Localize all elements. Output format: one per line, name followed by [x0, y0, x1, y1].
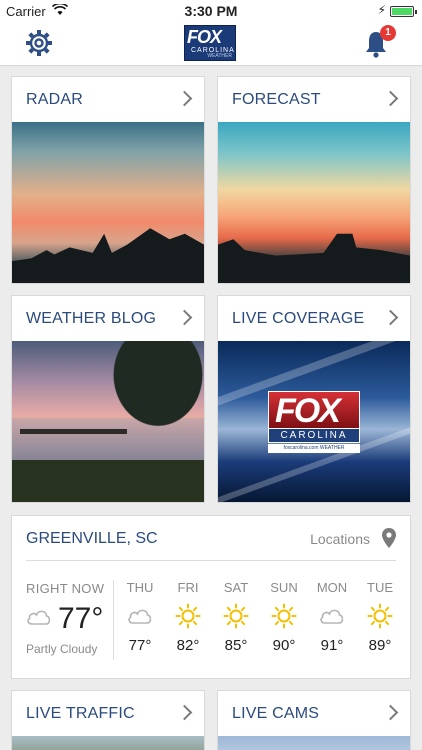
logo-weather: WEATHER: [207, 53, 232, 59]
tile-label: LIVE CAMS: [232, 705, 320, 722]
sun-icon: [223, 603, 249, 629]
chevron-right-icon: [176, 704, 193, 721]
chevron-right-icon: [382, 309, 399, 326]
live-coverage-graphic: FOX CAROLINA foxcarolina.com WEATHER: [218, 341, 410, 502]
tile-header[interactable]: FORECAST: [218, 77, 410, 122]
logo-sub: CAROLINA: [268, 429, 360, 443]
current-weather-card[interactable]: GREENVILLE, SC Locations RIGHT NOW 77° P…: [11, 515, 411, 679]
sun-icon: [175, 603, 201, 629]
cams-photo: [218, 736, 410, 750]
chevron-right-icon: [176, 309, 193, 326]
forecast-day[interactable]: SAT 85°: [212, 580, 260, 654]
cloud-icon: [127, 603, 153, 629]
forecast-day[interactable]: MON 91°: [308, 580, 356, 654]
tile-header[interactable]: LIVE CAMS: [218, 691, 410, 736]
sun-icon: [271, 603, 297, 629]
sun-icon: [367, 603, 393, 629]
day-name: THU: [126, 580, 154, 595]
tile-live-cams[interactable]: LIVE CAMS: [217, 690, 411, 750]
tile-weather-blog[interactable]: WEATHER BLOG: [11, 295, 205, 503]
day-temperature: 85°: [224, 637, 248, 654]
forecast-day[interactable]: THU 77°: [116, 580, 164, 654]
shore-grass: [12, 460, 204, 502]
logo-word: FOX: [184, 26, 236, 47]
day-name: SAT: [223, 580, 249, 595]
chevron-right-icon: [176, 90, 193, 107]
battery-icon: [390, 6, 417, 17]
forecast-day[interactable]: SUN 90°: [260, 580, 308, 654]
tile-live-coverage[interactable]: LIVE COVERAGE FOX CAROLINA foxcarolina.c…: [217, 295, 411, 503]
tile-label: FORECAST: [232, 91, 321, 108]
divider: [113, 580, 114, 660]
chevron-right-icon: [382, 704, 399, 721]
city-name: GREENVILLE, SC: [26, 530, 158, 547]
day-name: SUN: [270, 580, 298, 595]
tile-live-traffic[interactable]: LIVE TRAFFIC: [11, 690, 205, 750]
chevron-right-icon: [382, 90, 399, 107]
nav-bar: FOX CAROLINA WEATHER 1: [0, 22, 422, 66]
logo-word: FOX: [275, 392, 341, 430]
day-temperature: 91°: [320, 637, 344, 654]
tile-label: LIVE COVERAGE: [232, 310, 365, 327]
day-temperature: 77°: [128, 637, 152, 654]
tree-silhouette: [88, 341, 204, 454]
lake-photo: [12, 341, 204, 502]
tile-label: RADAR: [26, 91, 84, 108]
tile-radar[interactable]: RADAR: [11, 76, 205, 284]
status-bar: Carrier 3:30 PM ⚡: [0, 0, 422, 22]
day-temperature: 90°: [272, 637, 296, 654]
right-now-label: RIGHT NOW: [26, 581, 105, 596]
condition-text: Partly Cloudy: [26, 642, 98, 656]
tile-header[interactable]: LIVE TRAFFIC: [12, 691, 204, 736]
locations-link[interactable]: Locations: [310, 531, 370, 547]
cloud-icon: [319, 603, 345, 629]
day-name: FRI: [177, 580, 199, 595]
forecast-day[interactable]: TUE 89°: [356, 580, 404, 654]
forecast-photo: [218, 122, 410, 283]
tile-forecast[interactable]: FORECAST: [217, 76, 411, 284]
location-pin-icon[interactable]: [382, 528, 396, 548]
skyline-silhouette: [12, 228, 204, 283]
radar-photo: [12, 122, 204, 283]
day-temperature: 82°: [176, 637, 200, 654]
status-time: 3:30 PM: [184, 3, 238, 19]
current-temperature: 77°: [58, 602, 104, 635]
app-logo: FOX CAROLINA WEATHER: [184, 25, 236, 61]
cloud-icon: [26, 608, 52, 626]
divider: [26, 560, 396, 561]
day-name: TUE: [367, 580, 393, 595]
fox-carolina-logo: FOX CAROLINA foxcarolina.com WEATHER: [268, 391, 360, 455]
traffic-photo: [12, 736, 204, 750]
day-name: MON: [316, 580, 348, 595]
forecast-day[interactable]: FRI 82°: [164, 580, 212, 654]
notification-badge: 1: [380, 25, 396, 41]
tile-header[interactable]: LIVE COVERAGE: [218, 296, 410, 341]
logo-site: foxcarolina.com WEATHER: [268, 444, 360, 453]
tile-header[interactable]: RADAR: [12, 77, 204, 122]
tile-label: LIVE TRAFFIC: [26, 705, 135, 722]
skyline-silhouette: [218, 233, 410, 283]
tile-header[interactable]: WEATHER BLOG: [12, 296, 204, 341]
charging-icon: ⚡: [377, 3, 386, 17]
gear-icon[interactable]: [24, 28, 54, 58]
day-temperature: 89°: [368, 637, 392, 654]
tile-label: WEATHER BLOG: [26, 310, 157, 327]
